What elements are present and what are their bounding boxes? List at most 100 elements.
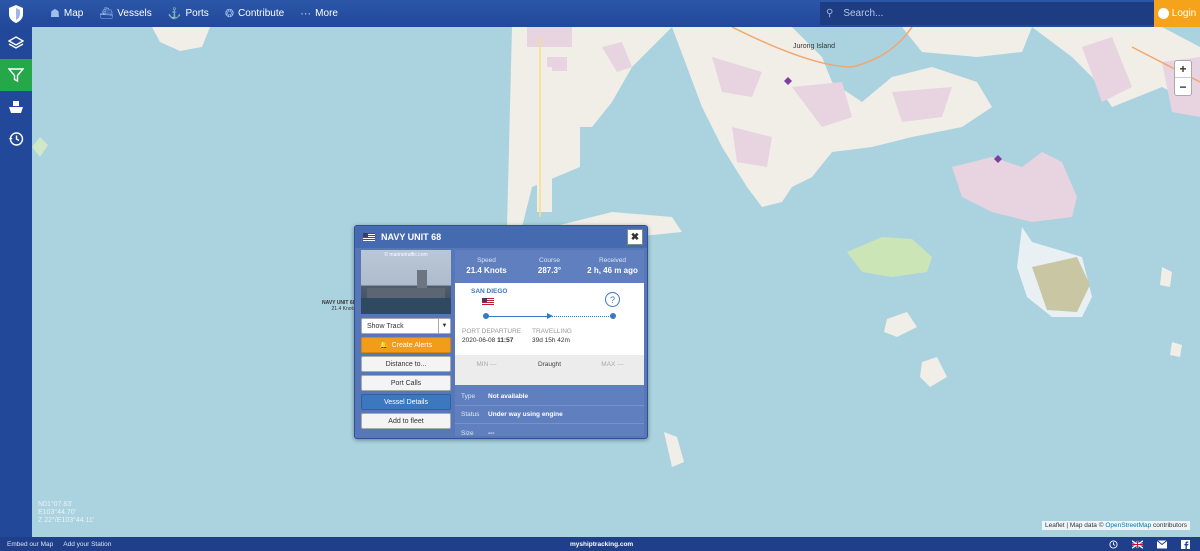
received-value: 2 h, 46 m ago [587,266,638,275]
photo-sea [361,298,451,314]
ship-icon: ⛴ [99,8,114,20]
facebook-icon[interactable] [1181,539,1190,549]
attribution-suffix: contributors [1151,522,1187,529]
more-icon: ⋯ [300,8,312,20]
route-line-traveled [486,316,549,317]
search-icon: ⚲ [826,8,834,19]
show-track-select[interactable]: Show Track ▼ [361,318,451,334]
info-row-type: Type Not available [455,388,644,406]
openstreetmap-link[interactable]: OpenStreetMap [1105,522,1151,529]
route-end-dot [610,313,616,319]
travelling-label: TRAVELLING [532,328,572,335]
popup-actions: © marinetraffic.com Show Track ▼ 🔔 Create … [359,250,453,429]
draught-min: MIN --- [476,361,497,368]
site-name: myshiptracking.com [570,540,634,548]
route-line-remaining [549,316,613,317]
info-row-size: Size --- [455,424,644,442]
travelling-value: 39d 15h 42m [532,337,570,344]
login-button[interactable]: Login [1154,0,1200,27]
draught-max: MAX --- [601,361,624,368]
nav-ports-label: Ports [185,8,209,19]
route-section: SAN DIEGO ? PORT DEPARTURE 2020-06-08 11… [455,283,644,355]
create-alerts-label: Create Alerts [391,341,433,349]
embed-map-link[interactable]: Embed our Map [7,541,53,548]
speed-value: 21.4 Knots [466,266,507,275]
site-logo[interactable] [0,0,32,27]
top-navbar: ☗ Map ⛴ Vessels ⚓ Ports ❂ Contribute ⋯ More ⚲… [0,0,1200,27]
layers-icon [8,36,24,49]
speed-stat: Speed 21.4 Knots [455,250,518,283]
photo-ship-hull [367,288,445,298]
add-station-link[interactable]: Add your Station [63,541,111,548]
coordinate-readout: N01°07.83' E103°44.70' Z 22°/E103°44.11' [38,501,94,525]
popup-title: NAVY UNIT 68 [381,232,442,242]
info-value: Under way using engine [488,411,563,418]
filter-button[interactable] [0,59,32,91]
departure-date: 2020-06-08 [462,337,496,344]
departure-time: 11:57 [497,337,514,344]
mail-icon[interactable] [1157,539,1167,549]
ship-map-label-speed: 21.4 Knots [331,306,356,312]
footer-icons [1109,539,1190,549]
vessel-details-button[interactable]: Vessel Details [361,394,451,410]
vessel-list-button[interactable] [0,91,32,123]
nav-contribute-label: Contribute [238,8,285,19]
uk-flag-icon[interactable] [1132,539,1143,549]
course-value: 287.3° [537,266,562,275]
us-flag-icon [363,233,375,241]
create-alerts-button[interactable]: 🔔 Create Alerts [361,337,451,353]
info-value: --- [488,429,495,437]
anchor-icon: ⚓ [167,8,182,20]
info-value: Not available [488,393,529,400]
show-track-label: Show Track [367,322,404,330]
history-button[interactable] [0,123,32,155]
left-toolbar [0,27,32,537]
info-key: Type [461,393,476,400]
popup-details: Speed 21.4 Knots Course 287.3° Received … [455,250,644,437]
nav-map[interactable]: ☗ Map [50,7,83,20]
shield-logo-icon [9,4,23,23]
port-calls-button[interactable]: Port Calls [361,375,451,391]
route-arrow-icon [547,313,553,319]
search-input[interactable] [843,8,1134,19]
nav-vessels[interactable]: ⛴ Vessels [99,7,151,20]
vessel-photo[interactable]: © marinetraffic.com [361,250,451,314]
nav-contribute[interactable]: ❂ Contribute [225,7,284,20]
chevron-down-icon: ▼ [438,319,450,333]
unknown-destination-icon: ? [605,292,620,307]
info-key: Size [461,429,474,437]
attribution-prefix: Leaflet | Map data © [1045,522,1106,529]
add-to-fleet-button[interactable]: Add to fleet [361,413,451,429]
us-flag-icon [482,298,494,306]
nav-more[interactable]: ⋯ More [300,7,338,20]
stats-bar: Speed 21.4 Knots Course 287.3° Received … [455,250,644,283]
zoom-control: + − [1174,60,1192,96]
login-label: Login [1171,8,1197,19]
nav-map-label: Map [63,8,84,19]
nav-vessels-label: Vessels [117,8,152,19]
footer-bar: Embed our Map Add your Station myshiptra… [0,537,1200,551]
contribute-icon: ❂ [224,8,235,20]
layers-button[interactable] [0,27,32,59]
nav-ports[interactable]: ⚓ Ports [168,7,209,20]
coord-lon: E103°44.70' [38,509,77,516]
history-icon [9,132,24,146]
distance-to-button[interactable]: Distance to... [361,356,451,372]
received-label: Received [598,257,627,264]
vessel-popup: NAVY UNIT 68 ✖ © marinetraffic.com Show … [354,225,648,439]
map-icon: ☗ [50,8,60,20]
bell-icon: 🔔 [379,342,389,349]
ship-map-label: NAVY UNIT 68 21.4 Knots [322,300,355,312]
draught-label: Draught [537,361,562,368]
coord-lat: N01°07.83' [38,501,73,508]
departure-port[interactable]: SAN DIEGO [471,288,507,295]
coord-extra: Z 22°/E103°44.11' [38,517,95,524]
clock-icon[interactable] [1109,539,1118,549]
popup-header: NAVY UNIT 68 ✖ [355,226,647,248]
close-button[interactable]: ✖ [627,229,643,245]
photo-caption: © marinetraffic.com [384,252,428,258]
vessel-info-table: Type Not available Status Under way using … [455,385,644,437]
user-icon [1157,8,1169,19]
zoom-out-button[interactable]: − [1175,78,1191,95]
zoom-in-button[interactable]: + [1175,61,1191,78]
